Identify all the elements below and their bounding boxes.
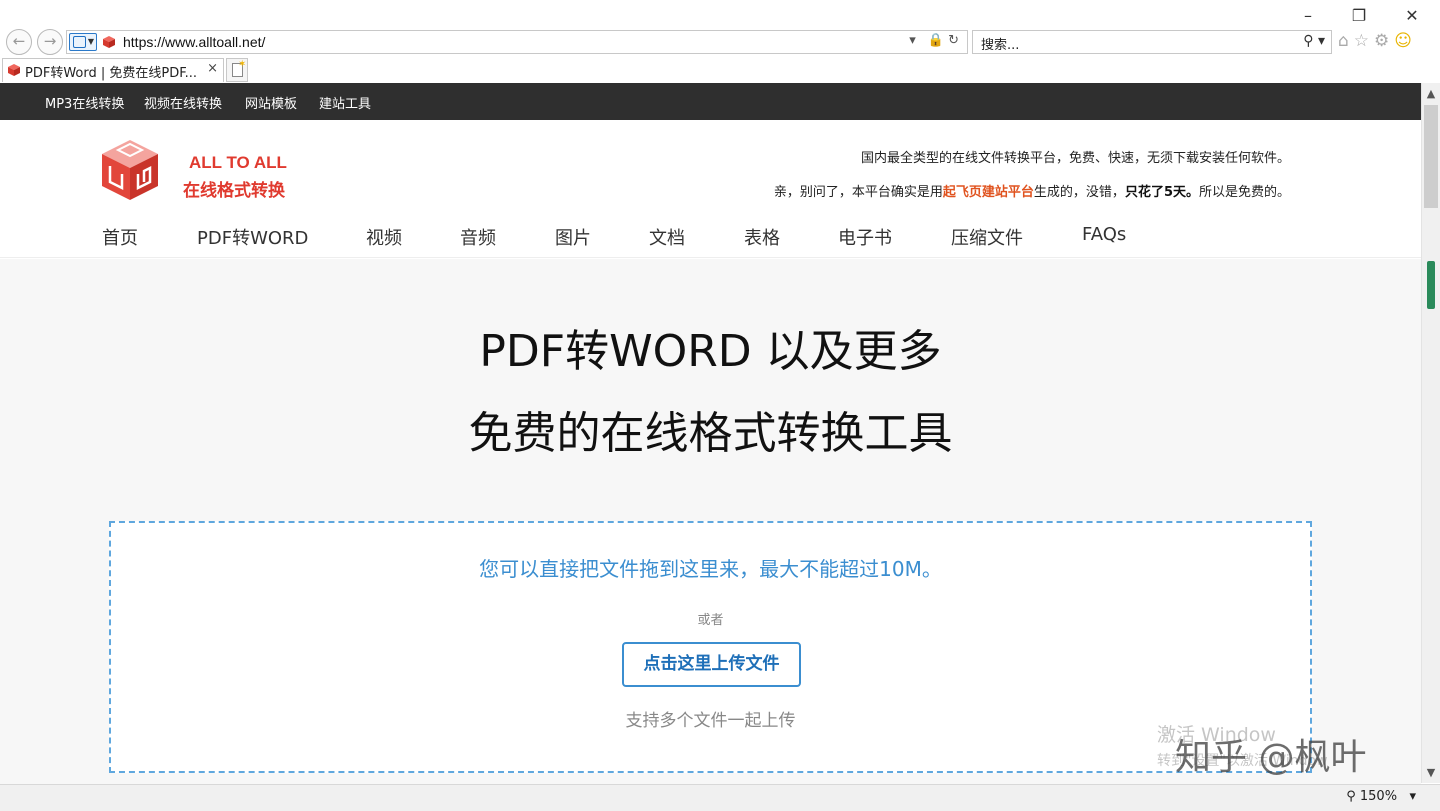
main-content: PDF转WORD 以及更多 免费的在线格式转换工具 您可以直接把文件拖到这里来，… (0, 259, 1421, 784)
tagline-suffix: 所以是免费的。 (1198, 185, 1290, 200)
scroll-accent (1427, 261, 1435, 309)
nav-faqs[interactable]: FAQs (1082, 224, 1126, 245)
status-bar: ⚲ 150% ▾ (0, 784, 1440, 811)
upload-file-button[interactable]: 点击这里上传文件 (622, 642, 801, 687)
logo-text-cn[interactable]: 在线格式转换 (183, 176, 285, 201)
browser-tab[interactable]: PDF转Word | 免费在线PDF... × (2, 58, 224, 82)
back-button[interactable]: ← (6, 29, 32, 55)
compat-view-icon[interactable]: ▼ (69, 33, 97, 51)
address-bar[interactable]: ▼ https://www.alltoall.net/ ▾ 🔒↻ (66, 30, 968, 54)
tab-favicon-icon (8, 64, 20, 76)
vertical-scrollbar[interactable]: ▲ ▼ (1421, 83, 1440, 783)
browser-chrome: – ❐ ✕ ← → ▼ https://www.alltoall.net/ ▾ … (0, 0, 1440, 82)
nav-video[interactable]: 视频 (366, 224, 402, 250)
logo-text-en[interactable]: ALL TO ALL (189, 153, 287, 173)
logo-cube-icon[interactable] (100, 138, 160, 202)
dropdown-icon[interactable]: ▾ (909, 33, 920, 48)
site-topbar: MP3在线转换 视频在线转换 网站模板 建站工具 (0, 83, 1421, 120)
scroll-thumb[interactable] (1424, 105, 1438, 208)
zoom-level: 150% (1359, 789, 1398, 804)
tab-title: PDF转Word | 免费在线PDF... (25, 66, 198, 81)
hero-title: PDF转WORD 以及更多 (479, 326, 942, 377)
minimize-button[interactable]: – (1292, 4, 1324, 28)
gear-icon[interactable]: ⚙ (1374, 31, 1394, 51)
nav-audio[interactable]: 音频 (460, 224, 496, 250)
tagline-primary: 国内最全类型的在线文件转换平台，免费、快速，无须下载安装任何软件。 (860, 151, 1290, 166)
file-drop-zone[interactable]: 您可以直接把文件拖到这里来，最大不能超过10M。 或者 点击这里上传文件 支持多… (109, 521, 1312, 773)
site-favicon-icon (103, 36, 115, 48)
zoom-control[interactable]: ⚲ 150% ▾ (1346, 789, 1416, 804)
restore-button[interactable]: ❐ (1343, 4, 1375, 28)
nav-ebook[interactable]: 电子书 (838, 224, 892, 250)
chevron-down-icon[interactable]: ▾ (1409, 789, 1416, 804)
toolbar-icons: ⌂☆⚙☺ (1338, 31, 1417, 51)
home-icon[interactable]: ⌂ (1338, 31, 1354, 51)
multi-upload-note: 支持多个文件一起上传 (625, 711, 796, 731)
drop-instruction: 您可以直接把文件拖到这里来，最大不能超过10M。 (479, 557, 942, 581)
tagline-bold: 只花了5天。 (1124, 185, 1199, 200)
favorites-star-icon[interactable]: ☆ (1354, 31, 1374, 51)
search-icon[interactable]: ⚲ ▾ (1303, 33, 1325, 49)
tagline-prefix: 亲，别问了，本平台确实是用 (773, 185, 943, 200)
tagline-highlight-link[interactable]: 起飞页建站平台 (943, 185, 1034, 200)
topbar-link-sitebuilder[interactable]: 建站工具 (319, 93, 371, 112)
url-text[interactable]: https://www.alltoall.net/ (123, 34, 265, 50)
tagline-secondary: 亲，别问了，本平台确实是用起飞页建站平台生成的，没错，只花了5天。所以是免费的。 (774, 181, 1290, 200)
site-header: ALL TO ALL 在线格式转换 国内最全类型的在线文件转换平台，免费、快速，… (0, 120, 1421, 258)
tab-close-icon[interactable]: × (207, 61, 218, 76)
tagline-middle: 生成的，没错， (1033, 185, 1125, 200)
nav-pdf-to-word[interactable]: PDF转WORD (197, 224, 308, 250)
nav-document[interactable]: 文档 (649, 224, 685, 250)
refresh-icon[interactable]: ↻ (948, 33, 963, 48)
zhihu-watermark: 知乎 @枫叶 (1175, 737, 1367, 778)
search-box[interactable]: 搜索... ⚲ ▾ (972, 30, 1332, 54)
address-tools[interactable]: ▾ 🔒↻ (909, 33, 963, 48)
topbar-link-templates[interactable]: 网站模板 (245, 93, 297, 112)
scroll-up-icon[interactable]: ▲ (1422, 87, 1440, 100)
close-window-button[interactable]: ✕ (1396, 4, 1428, 28)
forward-button[interactable]: → (37, 29, 63, 55)
nav-archive[interactable]: 压缩文件 (951, 224, 1023, 250)
hero-subtitle: 免费的在线格式转换工具 (468, 408, 953, 459)
or-label: 或者 (697, 613, 724, 628)
topbar-link-mp3[interactable]: MP3在线转换 (45, 93, 124, 112)
zoom-icon: ⚲ (1346, 789, 1356, 804)
scroll-down-icon[interactable]: ▼ (1422, 766, 1440, 779)
nav-spreadsheet[interactable]: 表格 (744, 224, 780, 250)
nav-home[interactable]: 首页 (102, 224, 138, 250)
search-input[interactable]: 搜索... (981, 34, 1019, 53)
new-tab-button[interactable]: ✶ (226, 58, 248, 82)
nav-image[interactable]: 图片 (555, 224, 591, 250)
feedback-smiley-icon[interactable]: ☺ (1394, 31, 1417, 51)
lock-icon[interactable]: 🔒 (928, 33, 948, 48)
topbar-link-video[interactable]: 视频在线转换 (144, 93, 222, 112)
